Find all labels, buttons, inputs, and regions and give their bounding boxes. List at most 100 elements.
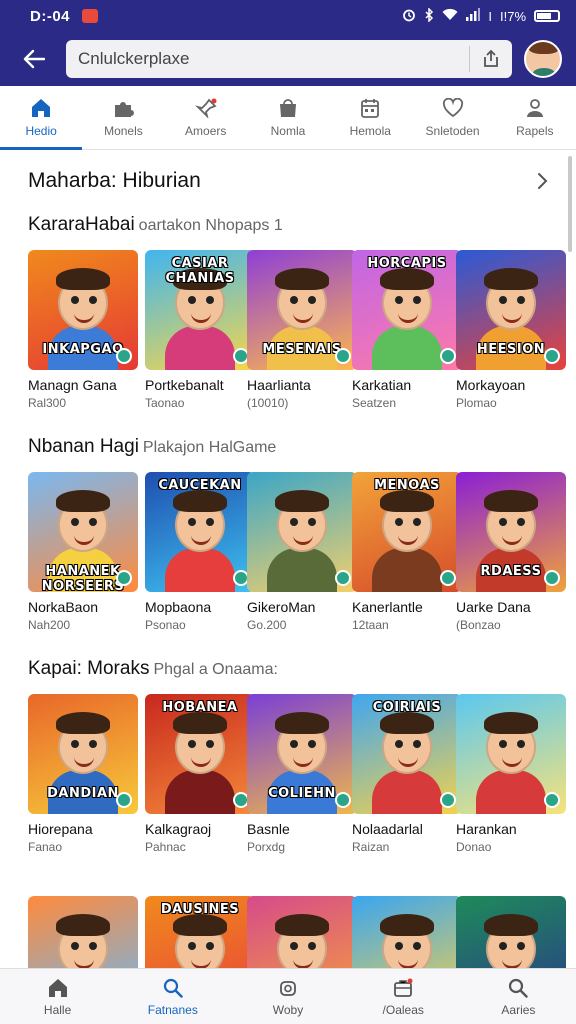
play-badge-icon xyxy=(116,570,132,586)
game-card[interactable]: COLIEHN Basnle Porxdg xyxy=(247,694,357,854)
bottom-nav-item-3[interactable]: /Oaleas xyxy=(346,969,461,1024)
character-hair xyxy=(380,914,434,936)
search-input[interactable]: Cnlulckerplaxe xyxy=(78,49,469,69)
play-badge-icon xyxy=(544,570,560,586)
game-thumbnail[interactable]: INKAPGAO xyxy=(28,250,138,370)
wifi-icon xyxy=(442,8,458,24)
puzzle-icon xyxy=(111,97,135,119)
bottom-nav-label: Woby xyxy=(272,1002,304,1017)
game-card[interactable]: HANANEK NORSEERS NorkaBaon Nah200 xyxy=(28,472,138,632)
game-thumbnail[interactable]: CAUCEKAN xyxy=(145,472,255,592)
bottom-nav-item-0[interactable]: Halle xyxy=(0,969,115,1024)
game-thumbnail[interactable] xyxy=(456,896,566,968)
game-card[interactable]: MESENAIS Haarlianta (10010) xyxy=(247,250,357,410)
game-meta: Plomao xyxy=(456,396,497,410)
section-subtitle: oartakon Nhopaps 1 xyxy=(138,217,283,234)
game-thumbnail[interactable]: MENOAS xyxy=(352,472,462,592)
game-card[interactable] xyxy=(352,896,462,968)
status-bar: D:-04 I I!7% xyxy=(0,0,576,32)
game-thumbnail[interactable]: HOBANEA xyxy=(145,694,255,814)
game-card[interactable]: HORCAPIS Karkatian Seatzen xyxy=(352,250,462,410)
character-body xyxy=(267,548,337,592)
game-card[interactable]: CAUCEKAN Mopbaona Psonao xyxy=(145,472,255,632)
game-row: INKAPGAO Managn Gana Ral300 CASIAR CHANIAS P… xyxy=(28,250,566,410)
tab-label: Hemola xyxy=(349,124,391,138)
game-card[interactable]: Harankan Donao xyxy=(456,694,566,854)
game-thumbnail[interactable]: CASIAR CHANIAS xyxy=(145,250,255,370)
game-thumbnail[interactable]: SAINEER! xyxy=(28,896,138,968)
game-logo-text: COIRIAIS xyxy=(372,700,442,715)
game-meta: Raizan xyxy=(352,840,390,854)
tab-5[interactable]: Snletoden xyxy=(411,86,493,149)
avatar[interactable] xyxy=(524,40,562,78)
bottom-nav-item-4[interactable]: Aaries xyxy=(461,969,576,1024)
game-card[interactable]: RDAESS Uarke Dana (Bonzao xyxy=(456,472,566,632)
game-meta: Psonao xyxy=(145,618,186,632)
game-card[interactable]: GikeroMan Go.200 xyxy=(247,472,357,632)
character-hair xyxy=(484,490,538,512)
game-title: Mopbaona xyxy=(145,599,212,615)
bottom-nav-item-1[interactable]: Fatnanes xyxy=(115,969,230,1024)
game-thumbnail[interactable]: COLIEHN xyxy=(247,694,357,814)
share-button[interactable] xyxy=(470,40,512,78)
character-hair xyxy=(275,914,329,936)
main-content[interactable]: Maharba: Hiburian KararaHabai oartakon Nh… xyxy=(0,150,576,968)
game-section: Kapai: Moraks Phgal a Onaama: DANDIAN Hiore… xyxy=(28,658,566,854)
game-title: Harankan xyxy=(456,821,517,837)
tab-1[interactable]: Monels xyxy=(82,86,164,149)
game-thumbnail[interactable]: HORCAPIS xyxy=(352,250,462,370)
heart-icon xyxy=(441,97,465,119)
game-card[interactable]: INKAPGAO Managn Gana Ral300 xyxy=(28,250,138,410)
signal-text: I xyxy=(488,8,492,24)
scrollbar[interactable] xyxy=(568,156,572,252)
game-meta: 12taan xyxy=(352,618,389,632)
tab-3[interactable]: Nomla xyxy=(247,86,329,149)
tab-4[interactable]: Hemola xyxy=(329,86,411,149)
game-thumbnail[interactable] xyxy=(247,472,357,592)
tab-6[interactable]: Rapels xyxy=(494,86,576,149)
game-card[interactable]: DAUSINES xyxy=(145,896,255,968)
game-thumbnail[interactable] xyxy=(352,896,462,968)
game-card[interactable]: CASIAR CHANIAS Portkebanalt Taonao xyxy=(145,250,255,410)
game-thumbnail[interactable] xyxy=(247,896,357,968)
section-subtitle: Phgal a Onaama: xyxy=(153,661,278,678)
game-card[interactable]: SAINEER! xyxy=(28,896,138,968)
game-card[interactable]: HEESION Morkayoan Plomao xyxy=(456,250,566,410)
battery-icon xyxy=(534,10,560,22)
game-thumbnail[interactable]: MESENAIS xyxy=(247,250,357,370)
game-card[interactable] xyxy=(247,896,357,968)
back-button[interactable] xyxy=(16,41,52,77)
character-hair xyxy=(56,490,110,512)
game-card[interactable]: COIRIAIS Nolaadarlal Raizan xyxy=(352,694,462,854)
game-thumbnail[interactable]: HANANEK NORSEERS xyxy=(28,472,138,592)
game-meta: Go.200 xyxy=(247,618,287,632)
game-card[interactable] xyxy=(456,896,566,968)
search-icon xyxy=(161,977,185,999)
game-title: Karkatian xyxy=(352,377,412,393)
game-thumbnail[interactable]: RDAESS xyxy=(456,472,566,592)
game-thumbnail[interactable] xyxy=(456,694,566,814)
game-thumbnail[interactable]: DANDIAN xyxy=(28,694,138,814)
section-heading: Nbanan Hagi xyxy=(28,436,139,457)
game-card[interactable]: MENOAS Kanerlantle 12taan xyxy=(352,472,462,632)
game-thumbnail[interactable]: COIRIAIS xyxy=(352,694,462,814)
chevron-right-icon[interactable] xyxy=(530,169,554,193)
section-heading: KararaHabai xyxy=(28,214,135,235)
game-thumbnail[interactable]: DAUSINES xyxy=(145,896,255,968)
game-card[interactable]: HOBANEA Kalkagraoj Pahnac xyxy=(145,694,255,854)
character-body xyxy=(372,770,442,814)
bottom-nav-label: Fatnanes xyxy=(147,1002,198,1017)
share-icon xyxy=(484,49,498,67)
game-thumbnail[interactable]: HEESION xyxy=(456,250,566,370)
play-badge-icon xyxy=(440,792,456,808)
game-title: Basnle xyxy=(247,821,290,837)
tab-0[interactable]: Hedio xyxy=(0,86,83,150)
search-box[interactable]: Cnlulckerplaxe xyxy=(66,40,512,78)
game-card[interactable]: DANDIAN Hiorepana Fanao xyxy=(28,694,138,854)
bottom-nav-item-2[interactable]: Woby xyxy=(230,969,345,1024)
game-meta: Taonao xyxy=(145,396,185,410)
section-title: Nbanan Hagi Plakajon HalGame xyxy=(28,436,548,458)
bluetooth-icon xyxy=(424,6,434,25)
tab-2[interactable]: Amoers xyxy=(165,86,247,149)
character-body xyxy=(165,770,235,814)
